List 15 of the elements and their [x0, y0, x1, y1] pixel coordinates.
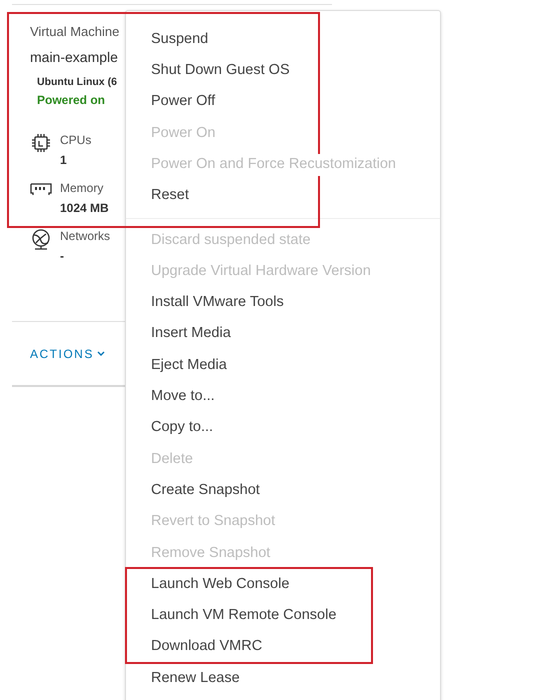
- card-type-label: Virtual Machine: [30, 23, 120, 41]
- spec-value: 1: [60, 152, 67, 168]
- actions-button[interactable]: ACTIONS: [30, 345, 105, 363]
- vm-name: main-example: [30, 48, 118, 67]
- spec-label: Networks: [60, 228, 110, 244]
- memory-icon: [30, 181, 52, 197]
- os-label: Ubuntu Linux (6: [37, 75, 117, 90]
- spec-label: Memory: [60, 180, 104, 196]
- power-status: Powered on: [37, 92, 106, 108]
- chip-icon: [31, 133, 51, 153]
- spec-value: 1024 MB: [60, 200, 109, 216]
- spec-label: CPUs: [60, 132, 92, 148]
- chevron-down-icon: [96, 351, 105, 357]
- spec-value: -: [60, 248, 64, 264]
- globe-icon: [31, 229, 51, 251]
